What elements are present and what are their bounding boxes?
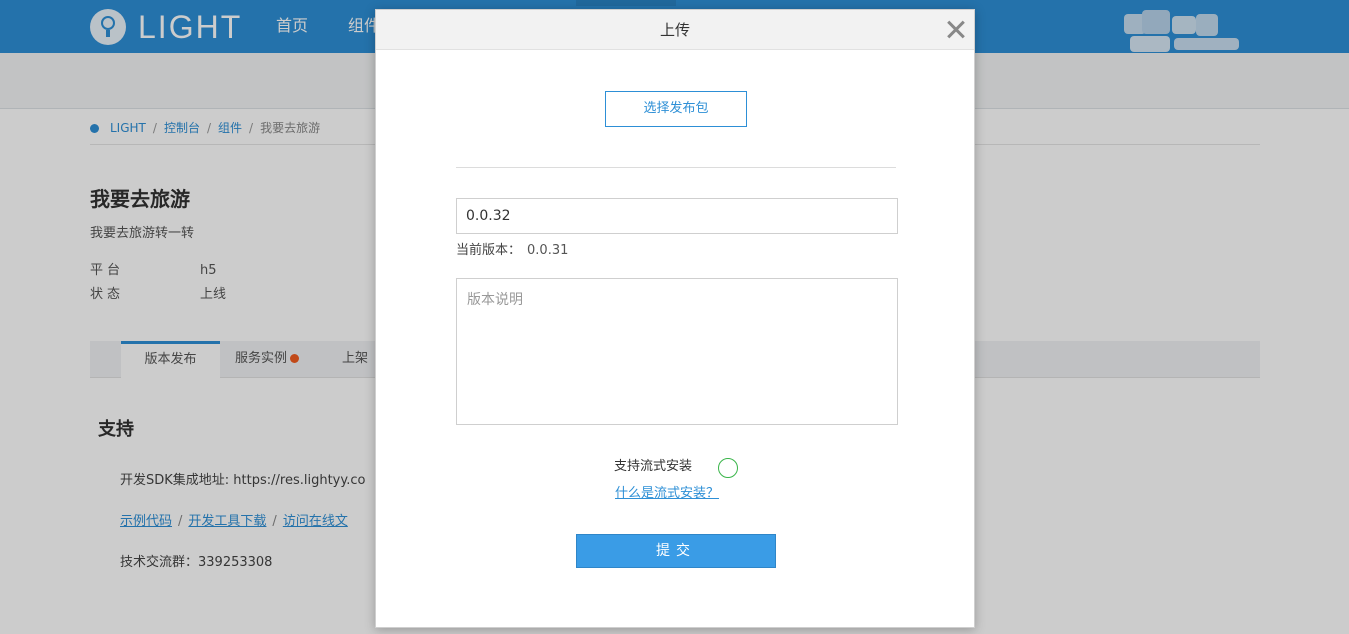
stream-install-label: 支持流式安装 (614, 459, 693, 474)
release-notes-textarea[interactable] (456, 278, 898, 425)
version-input[interactable] (456, 198, 898, 234)
current-version: 当前版本： 0.0.31 (456, 242, 568, 260)
current-version-label: 当前版本： (456, 243, 522, 258)
submit-button[interactable]: 提交 (576, 534, 776, 568)
dialog-header: 上传 (376, 10, 974, 50)
close-icon[interactable] (943, 16, 969, 42)
stream-install-help-link[interactable]: 什么是流式安装？ (615, 485, 719, 503)
dialog-title: 上传 (659, 21, 690, 39)
choose-package-button[interactable]: 选择发布包 (605, 91, 747, 127)
current-version-value: 0.0.31 (527, 243, 569, 258)
divider (456, 167, 896, 168)
stream-install-toggle[interactable] (718, 458, 738, 478)
upload-dialog: 上传 选择发布包 当前版本： 0.0.31 支持流式安装 什么是流式安装？ 提交 (375, 9, 975, 628)
